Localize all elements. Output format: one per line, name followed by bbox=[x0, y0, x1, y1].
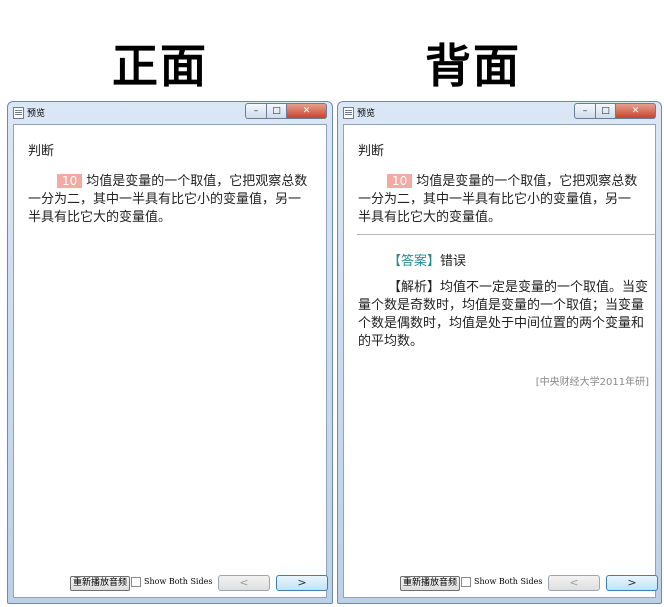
window-controls: – □ ✕ bbox=[574, 103, 656, 119]
prev-button[interactable]: < bbox=[548, 575, 600, 591]
maximize-button[interactable]: □ bbox=[267, 103, 287, 119]
card-content: 判断 10 均值是变量的一个取值，它把观察总数一分为二，其中一半具有比它小的变量值… bbox=[14, 125, 326, 571]
back-heading: 背面 bbox=[425, 39, 521, 93]
window-controls: – □ ✕ bbox=[245, 103, 327, 119]
card-footer: 重新播放音频 Show Both Sides < > bbox=[344, 571, 658, 597]
window-title: 预览 bbox=[357, 109, 376, 119]
card-view: 判断 10 均值是变量的一个取值，它把观察总数一分为二，其中一半具有比它小的变量值… bbox=[13, 124, 328, 598]
preview-window-back: 预览 – □ ✕ 判断 10 均值是变量的一个取值，它把观察总数一分为二，其中一半… bbox=[337, 101, 662, 604]
minimize-button[interactable]: – bbox=[574, 103, 596, 119]
preview-window-front: 预览 – □ ✕ 判断 10 均值是变量的一个取值，它把观察总数一分为二，其中一半… bbox=[7, 101, 333, 604]
analysis-text: 【解析】均值不一定是变量的一个取值。当变量个数是奇数时，均值是变量的一个取值；当… bbox=[358, 279, 650, 351]
window-title: 预览 bbox=[27, 109, 46, 119]
question-source: [中央财经大学2011年研] bbox=[535, 377, 649, 388]
next-button[interactable]: > bbox=[606, 575, 658, 591]
close-button[interactable]: ✕ bbox=[287, 103, 327, 119]
question-number-badge: 10 bbox=[57, 174, 83, 188]
show-both-sides-checkbox[interactable] bbox=[461, 577, 471, 587]
question-text: 10 均值是变量的一个取值，它把观察总数一分为二，其中一半具有比它小的变量值，另一… bbox=[28, 172, 308, 227]
title-bar[interactable]: 预览 – □ ✕ bbox=[338, 102, 661, 124]
question-text: 10 均值是变量的一个取值，它把观察总数一分为二，其中一半具有比它小的变量值，另一… bbox=[358, 172, 638, 227]
answer-value: 错误 bbox=[440, 254, 467, 269]
minimize-button[interactable]: – bbox=[245, 103, 267, 119]
maximize-button[interactable]: □ bbox=[596, 103, 616, 119]
title-bar[interactable]: 预览 – □ ✕ bbox=[8, 102, 332, 124]
replay-audio-button[interactable]: 重新播放音频 bbox=[400, 576, 461, 591]
prev-button[interactable]: < bbox=[218, 575, 270, 591]
card-type-label: 判断 bbox=[28, 144, 55, 159]
card-content: 判断 10 均值是变量的一个取值，它把观察总数一分为二，其中一半具有比它小的变量值… bbox=[344, 125, 655, 571]
answer-tag: 【答案】 bbox=[388, 254, 441, 269]
show-both-sides-label[interactable]: Show Both Sides bbox=[474, 577, 542, 586]
analysis-tag: 【解析】 bbox=[388, 280, 441, 295]
card-type-label: 判断 bbox=[358, 144, 385, 159]
app-icon bbox=[13, 107, 24, 119]
next-button[interactable]: > bbox=[276, 575, 328, 591]
show-both-sides-label[interactable]: Show Both Sides bbox=[144, 577, 212, 586]
replay-audio-button[interactable]: 重新播放音频 bbox=[70, 576, 131, 591]
card-view: 判断 10 均值是变量的一个取值，它把观察总数一分为二，其中一半具有比它小的变量值… bbox=[343, 124, 658, 598]
card-footer: 重新播放音频 Show Both Sides < > bbox=[14, 571, 328, 597]
answer-divider bbox=[357, 234, 655, 235]
app-icon bbox=[343, 107, 354, 119]
close-button[interactable]: ✕ bbox=[616, 103, 656, 119]
question-number-badge: 10 bbox=[387, 174, 413, 188]
show-both-sides-checkbox[interactable] bbox=[131, 577, 141, 587]
front-heading: 正面 bbox=[112, 39, 208, 93]
answer-line: 【答案】错误 bbox=[388, 250, 466, 269]
